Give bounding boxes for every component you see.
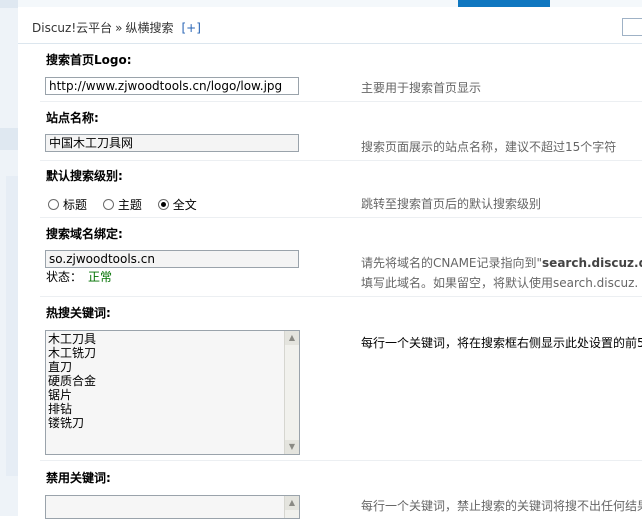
breadcrumb-current: 纵横搜索 — [125, 21, 174, 35]
search-level-label: 默认搜索级别: — [46, 169, 123, 183]
domain-tip-line2: 填写此域名。如果留空，将默认使用search.discuz. — [361, 276, 639, 290]
row-divider — [40, 296, 642, 297]
keyword-line: 锯片 — [48, 388, 73, 402]
domain-tip-line1: 请先将域名的CNAME记录指向到"search.discuz.q — [361, 254, 642, 271]
top-nav-bar — [18, 0, 642, 7]
search-level-tip: 跳转至搜索首页后的默认搜索级别 — [361, 197, 542, 211]
domain-status-label: 状态： — [46, 270, 83, 284]
domain-input[interactable]: so.zjwoodtools.cn — [45, 250, 299, 268]
radio-fulltext-label: 全文 — [172, 198, 197, 212]
banned-keywords-tip: 每行一个关键词，禁止搜索的关键词将搜不出任何结果 — [361, 499, 642, 513]
logo-url-input[interactable]: http://www.zjwoodtools.cn/logo/low.jpg — [45, 77, 299, 95]
scroll-up-arrow-icon[interactable]: ▲ — [285, 496, 299, 510]
row-divider — [40, 101, 642, 102]
logo-label: 搜索首页Logo: — [46, 53, 132, 67]
breadcrumb-root[interactable]: Discuz!云平台 — [32, 21, 112, 35]
radio-topic-label: 主题 — [117, 198, 142, 212]
hot-keywords-tip: 每行一个关键词，将在搜索框右侧显示此处设置的前5 — [361, 336, 642, 350]
banned-keywords-textarea[interactable]: ▲ — [45, 495, 300, 519]
radio-topic[interactable]: 主题 — [102, 196, 142, 213]
radio-circle-icon — [102, 199, 114, 210]
keyword-line: 排钻 — [48, 402, 73, 416]
row-divider — [40, 160, 642, 161]
logo-tip: 主要用于搜索首页显示 — [361, 81, 482, 95]
keyword-line: 硬质合金 — [48, 374, 97, 388]
radio-title-label: 标题 — [63, 198, 88, 212]
sidebar-strip-segment — [6, 176, 18, 476]
domain-tip-cname: search.discuz.q — [542, 256, 642, 270]
domain-status-value: 正常 — [88, 270, 113, 284]
keyword-line: 直刀 — [48, 360, 73, 374]
textarea-scrollbar[interactable]: ▲ — [284, 496, 299, 518]
add-shortcut-link[interactable]: [+] — [182, 21, 201, 35]
domain-label: 搜索域名绑定: — [46, 227, 123, 241]
radio-circle-icon — [48, 199, 59, 210]
scroll-down-arrow-icon[interactable]: ▼ — [285, 440, 299, 454]
site-name-label: 站点名称: — [46, 111, 99, 125]
radio-title[interactable]: 标题 — [48, 196, 87, 213]
hot-keywords-list: 木工刀具 木工铣刀 直刀 硬质合金 锯片 排钻 镂铣刀 — [48, 332, 96, 430]
scroll-up-arrow-icon[interactable]: ▲ — [285, 331, 299, 345]
radio-selected-icon — [157, 199, 169, 210]
radio-fulltext[interactable]: 全文 — [157, 196, 197, 213]
left-sidebar-strip — [0, 0, 18, 516]
breadcrumb-path: Discuz!云平台» 纵横搜索 [+] — [32, 19, 201, 36]
sidebar-strip-segment — [0, 128, 18, 150]
keyword-line: 镂铣刀 — [48, 416, 85, 430]
top-search-input[interactable] — [622, 18, 642, 36]
keyword-line: 木工铣刀 — [48, 346, 97, 360]
textarea-scrollbar[interactable]: ▲ ▼ — [284, 331, 299, 454]
hot-keywords-label: 热搜关键词: — [46, 306, 111, 320]
search-level-radio-group: 标题 主题 全文 — [48, 196, 209, 213]
domain-status: 状态： 正常 — [46, 268, 112, 285]
banned-keywords-label: 禁用关键词: — [46, 471, 111, 485]
domain-tip-prefix: 请先将域名的CNAME记录指向到" — [361, 256, 543, 270]
row-divider — [40, 217, 642, 218]
hot-keywords-textarea[interactable]: 木工刀具 木工铣刀 直刀 硬质合金 锯片 排钻 镂铣刀 ▲ ▼ — [45, 330, 300, 455]
active-nav-tab[interactable] — [458, 0, 550, 7]
site-name-tip: 搜索页面展示的站点名称，建议不超过15个字符 — [361, 140, 617, 154]
breadcrumb: Discuz!云平台» 纵横搜索 [+] — [18, 7, 642, 44]
site-name-input[interactable]: 中国木工刀具网 — [45, 134, 299, 152]
sidebar-strip-segment — [0, 0, 18, 8]
breadcrumb-separator: » — [115, 21, 123, 35]
keyword-line: 木工刀具 — [48, 332, 97, 346]
row-divider — [40, 460, 642, 461]
